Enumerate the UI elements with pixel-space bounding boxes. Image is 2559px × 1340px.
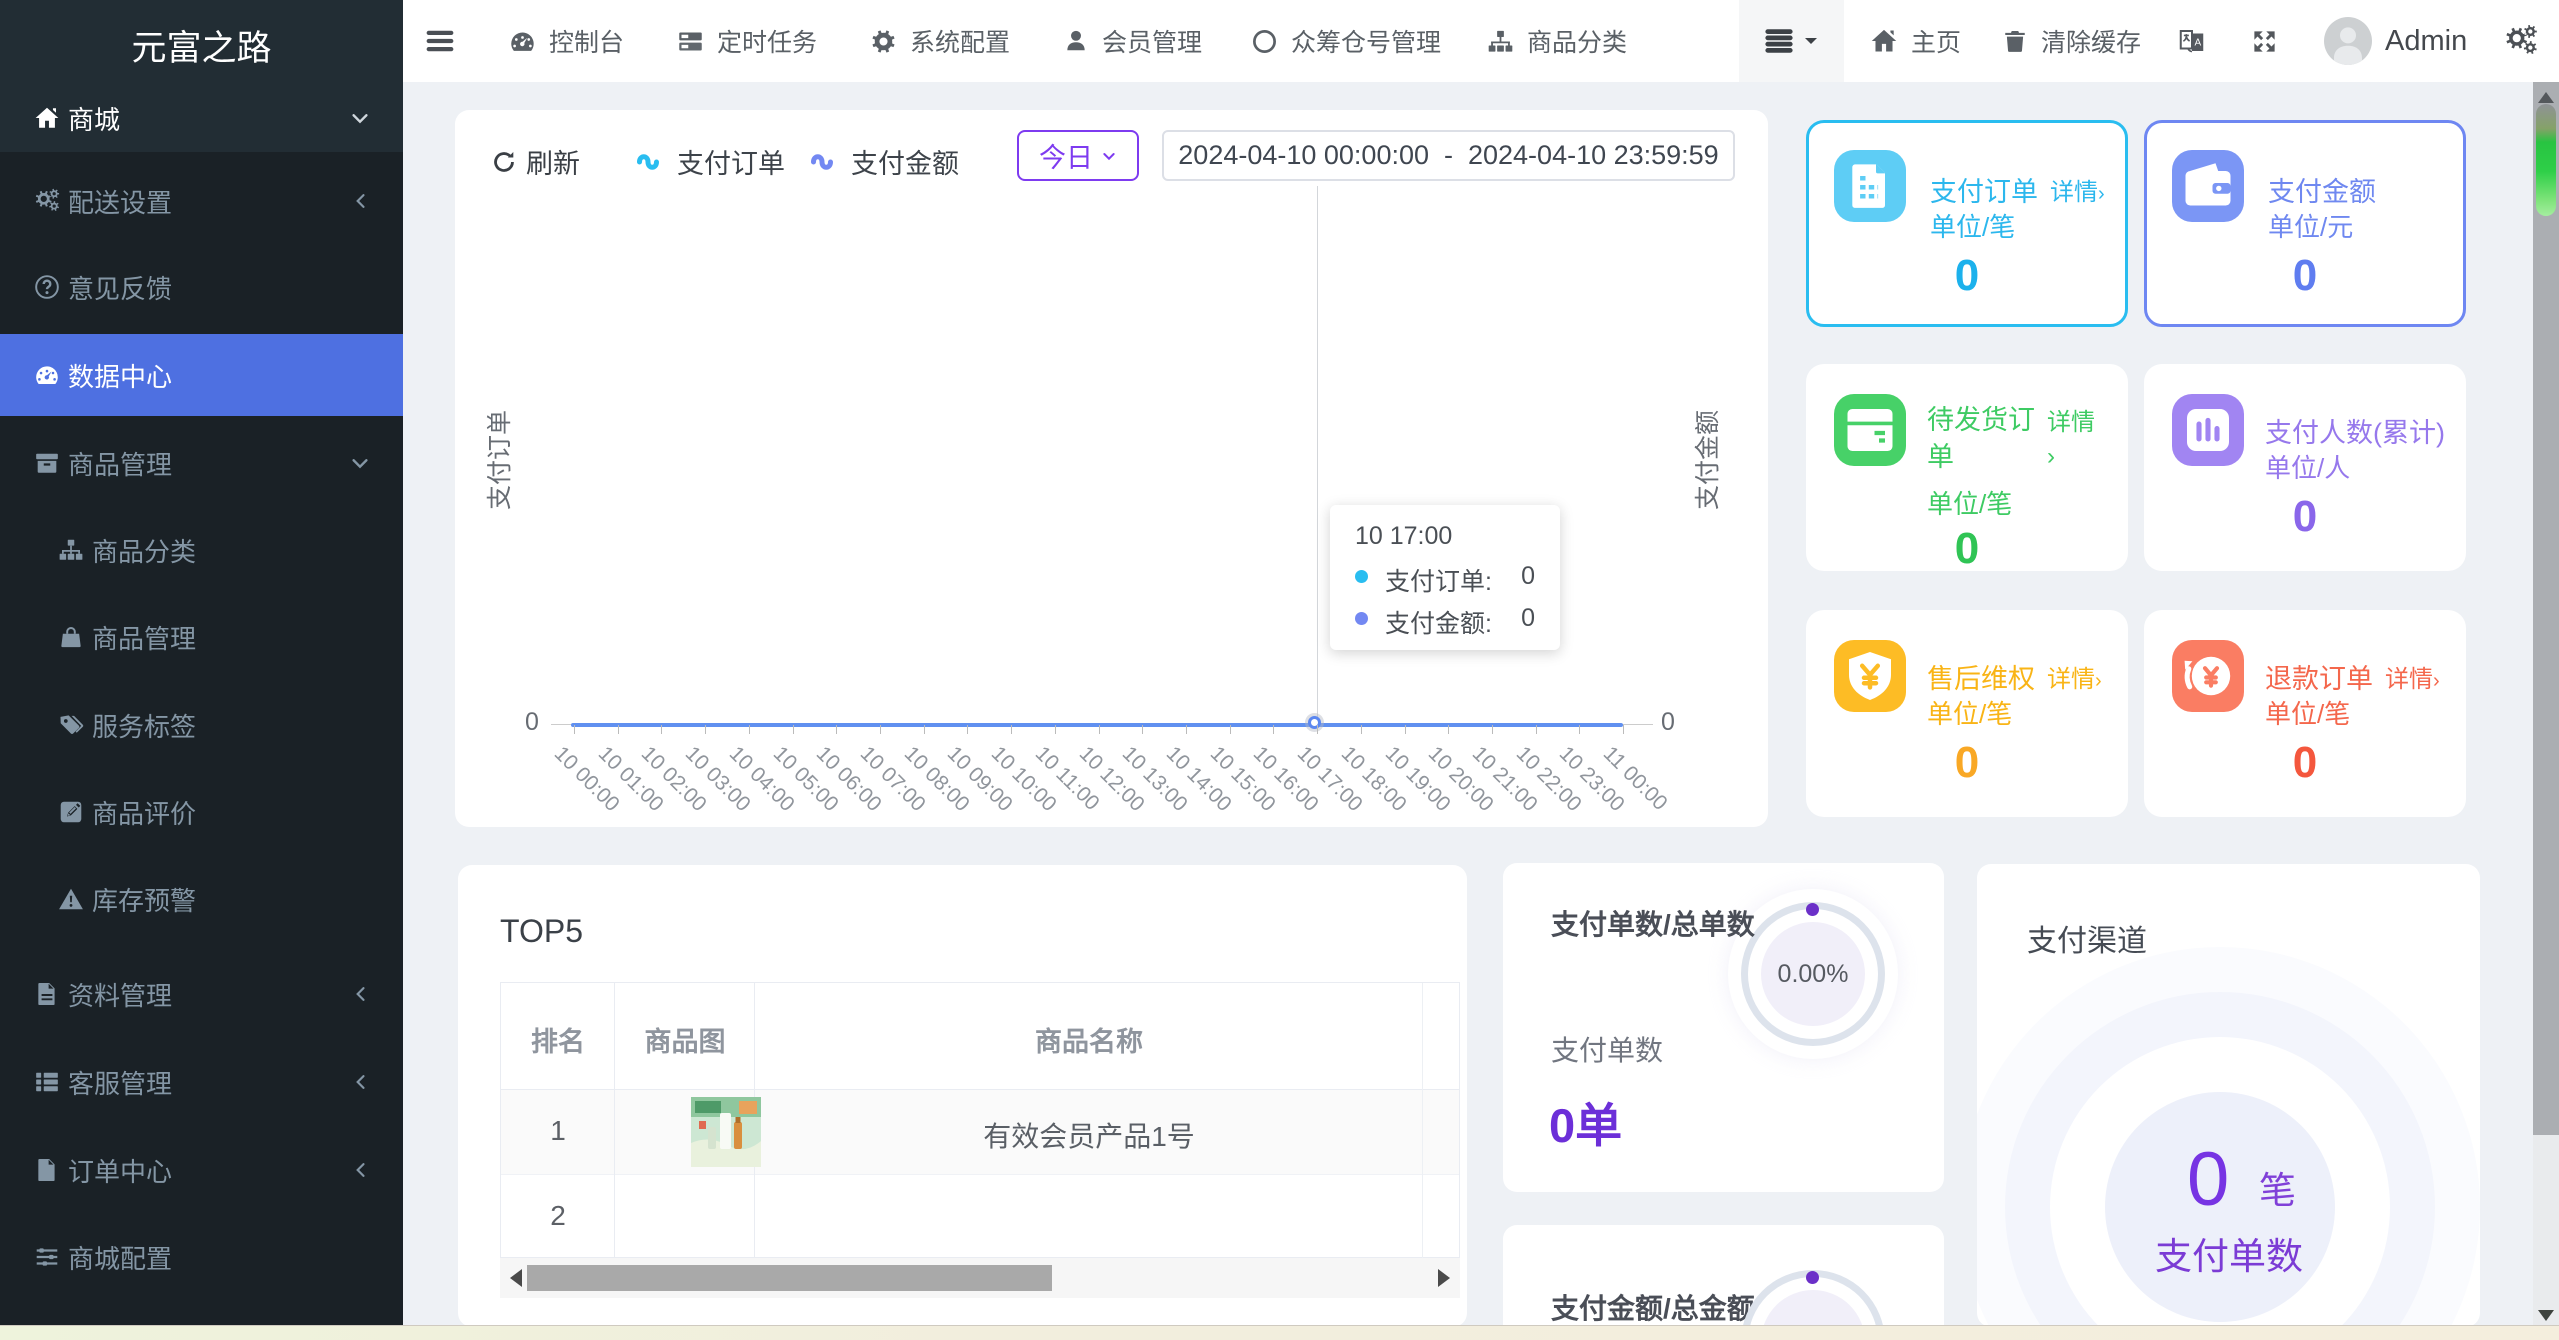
svg-text:A: A — [2195, 37, 2202, 48]
